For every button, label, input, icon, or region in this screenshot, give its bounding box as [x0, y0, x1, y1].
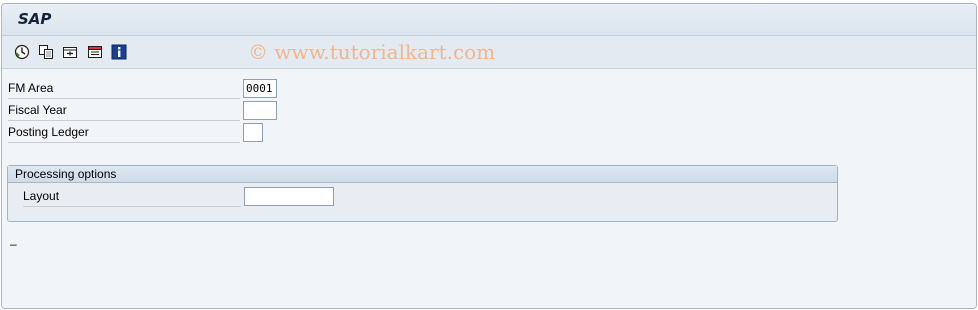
- sap-window: SAP © www.tutorialkart.com FM Area 0001 …: [1, 3, 977, 309]
- posting-ledger-label: Posting Ledger: [8, 123, 240, 143]
- status-text: –: [10, 237, 17, 251]
- copy-icon: [39, 45, 53, 59]
- group-header: Processing options: [8, 166, 837, 183]
- group-title: Processing options: [15, 167, 117, 181]
- layout-input[interactable]: [244, 187, 334, 206]
- selection-options-icon: [63, 47, 77, 58]
- get-variant-button[interactable]: [86, 43, 104, 61]
- window-title: SAP: [18, 10, 52, 28]
- fm-area-label: FM Area: [8, 79, 240, 99]
- fm-area-input[interactable]: 0001: [243, 79, 277, 98]
- posting-ledger-input[interactable]: [243, 123, 263, 142]
- selection-screen: FM Area 0001 Fiscal Year Posting Ledger …: [2, 69, 976, 308]
- title-bar: SAP: [2, 4, 976, 36]
- execute-icon: [14, 44, 30, 60]
- layout-label: Layout: [23, 187, 241, 207]
- information-button[interactable]: [110, 43, 128, 61]
- processing-options-group: Processing options Layout: [7, 165, 838, 222]
- copy-button[interactable]: [37, 43, 55, 61]
- info-icon: [111, 44, 127, 60]
- selection-options-button[interactable]: [61, 43, 79, 61]
- watermark: © www.tutorialkart.com: [248, 40, 496, 64]
- variant-icon: [88, 46, 102, 58]
- execute-button[interactable]: [13, 43, 31, 61]
- fiscal-year-label: Fiscal Year: [8, 101, 240, 121]
- fiscal-year-input[interactable]: [243, 101, 277, 120]
